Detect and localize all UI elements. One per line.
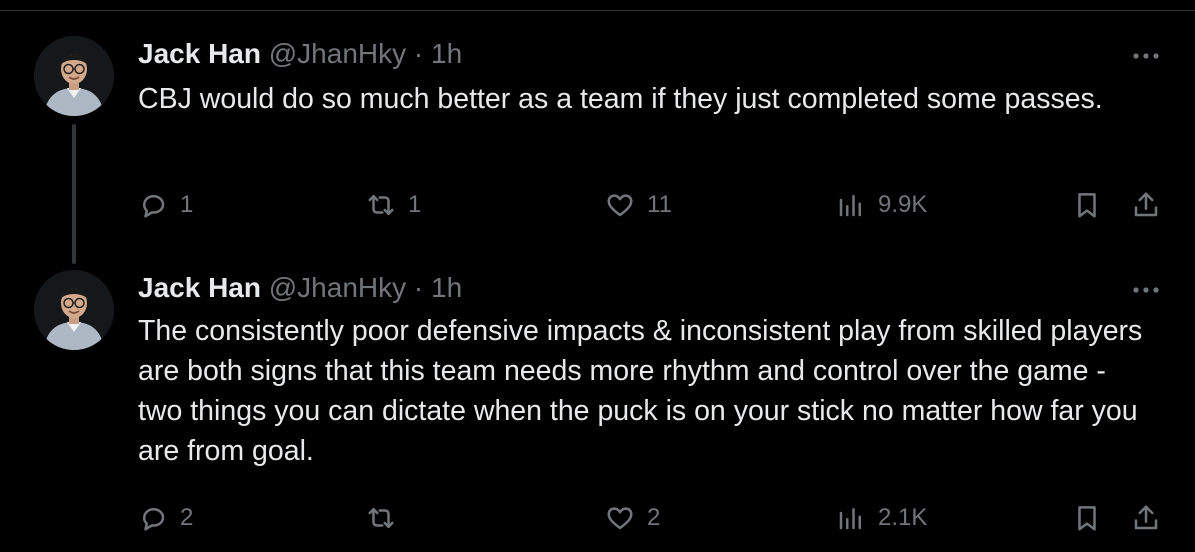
- author-name[interactable]: Jack Han: [138, 272, 261, 303]
- top-divider: [0, 0, 1195, 11]
- share-button[interactable]: [1131, 496, 1161, 540]
- bookmark-icon: [1078, 506, 1096, 531]
- retweet-arrows-icon: [368, 508, 394, 528]
- avatar[interactable]: [34, 270, 114, 350]
- more-options-button[interactable]: [1128, 278, 1164, 302]
- author-handle[interactable]: @JhanHky: [269, 38, 406, 69]
- retweet-button[interactable]: 1: [366, 183, 421, 227]
- avatar-image: [34, 36, 114, 116]
- like-count: 11: [647, 191, 672, 218]
- tweet-text: CBJ would do so much better as a team if…: [138, 83, 1103, 115]
- like-button[interactable]: 2: [605, 496, 660, 540]
- views-count: 2.1K: [878, 504, 928, 531]
- tweet-header: Jack Han @JhanHky · 1h: [138, 37, 462, 71]
- reply-bubble-icon: [143, 508, 165, 531]
- timestamp[interactable]: 1h: [431, 38, 462, 69]
- reply-count: 2: [180, 504, 194, 531]
- more-horizontal-icon: [1133, 287, 1159, 293]
- tweet[interactable]: Jack Han @JhanHky · 1h The consistently …: [0, 251, 1195, 552]
- share-button[interactable]: [1131, 183, 1161, 227]
- views-count: 9.9K: [878, 191, 928, 218]
- like-count: 2: [647, 504, 661, 531]
- views-button[interactable]: 9.9K: [836, 183, 927, 227]
- bookmark-button[interactable]: [1072, 496, 1102, 540]
- tweet[interactable]: Jack Han @JhanHky · 1h CBJ would do so m…: [0, 11, 1195, 264]
- retweet-count: 1: [408, 191, 422, 218]
- reply-button[interactable]: 1: [138, 183, 193, 227]
- like-button[interactable]: 11: [605, 183, 672, 227]
- bookmark-button[interactable]: [1072, 183, 1102, 227]
- timestamp[interactable]: 1h: [431, 272, 462, 303]
- retweet-button[interactable]: [366, 496, 408, 540]
- share-upload-icon: [1134, 505, 1158, 530]
- author-name[interactable]: Jack Han: [138, 38, 261, 69]
- share-upload-icon: [1134, 192, 1158, 217]
- reply-bubble-icon: [143, 195, 165, 218]
- retweet-arrows-icon: [368, 195, 394, 215]
- separator-dot: ·: [413, 272, 424, 303]
- avatar-image: [34, 270, 114, 350]
- heart-icon: [607, 194, 633, 217]
- views-button[interactable]: 2.1K: [836, 496, 927, 540]
- reply-button[interactable]: 2: [138, 496, 193, 540]
- tweet-header: Jack Han @JhanHky · 1h: [138, 271, 462, 305]
- avatar[interactable]: [34, 36, 114, 116]
- tweet-actions: 1 1 11 9.9K: [0, 183, 1195, 227]
- more-horizontal-icon: [1133, 53, 1159, 59]
- author-handle[interactable]: @JhanHky: [269, 272, 406, 303]
- separator-dot: ·: [413, 38, 424, 69]
- reply-count: 1: [180, 191, 194, 218]
- more-options-button[interactable]: [1128, 44, 1164, 68]
- views-chart-icon: [839, 195, 861, 217]
- tweet-actions: 2 2 2.1K: [0, 496, 1195, 540]
- heart-icon: [607, 507, 633, 530]
- tweet-text: The consistently poor defensive impacts …: [138, 315, 1143, 467]
- views-chart-icon: [839, 508, 861, 530]
- bookmark-icon: [1078, 193, 1096, 218]
